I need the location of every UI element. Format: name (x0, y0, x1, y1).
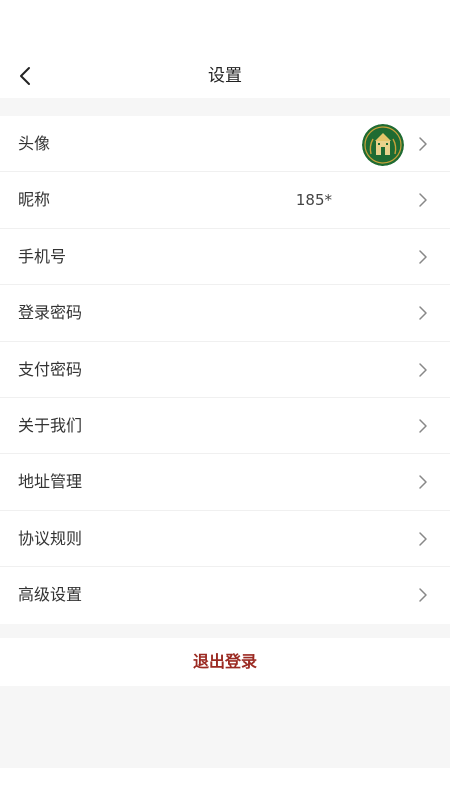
settings-row-advanced-settings[interactable]: 高级设置 (0, 567, 450, 623)
avatar[interactable] (362, 124, 404, 166)
settings-row-label: 头像 (18, 134, 51, 153)
chevron-right-icon (416, 136, 430, 152)
page-background (0, 686, 450, 768)
settings-list: 头像 昵称 185* 手机号 登录密码 支付密码 关于我们 地址管理 协议规则 … (0, 116, 450, 624)
logout-button[interactable]: 退出登录 (0, 638, 450, 686)
settings-row-label: 高级设置 (18, 585, 83, 605)
settings-row-label: 支付密码 (18, 359, 83, 379)
settings-row-address-management[interactable]: 地址管理 (0, 454, 450, 511)
settings-row-label: 协议规则 (18, 528, 83, 548)
settings-row-payment-password[interactable]: 支付密码 (0, 342, 450, 398)
chevron-right-icon (416, 418, 430, 434)
settings-row-login-password[interactable]: 登录密码 (0, 285, 450, 342)
chevron-right-icon (416, 305, 430, 321)
settings-row-label: 地址管理 (18, 472, 83, 492)
settings-row-label: 登录密码 (18, 303, 83, 323)
settings-row-agreement-rules[interactable]: 协议规则 (0, 511, 450, 568)
settings-row-nickname[interactable]: 昵称 185* (0, 172, 450, 229)
page-title: 设置 (208, 66, 242, 86)
chevron-right-icon (416, 192, 430, 208)
top-nav-bar: 设置 (0, 0, 450, 98)
settings-row-phone[interactable]: 手机号 (0, 229, 450, 286)
section-divider (0, 98, 450, 116)
settings-row-label: 关于我们 (18, 415, 83, 435)
chevron-right-icon (416, 362, 430, 378)
chevron-right-icon (416, 531, 430, 547)
chevron-right-icon (416, 587, 430, 603)
settings-row-label: 手机号 (18, 246, 67, 266)
settings-row-about-us[interactable]: 关于我们 (0, 398, 450, 455)
chevron-right-icon (416, 249, 430, 265)
nickname-value: 185* (295, 191, 332, 210)
section-divider (0, 624, 450, 638)
chevron-right-icon (416, 474, 430, 490)
settings-row-label: 昵称 (18, 190, 51, 210)
settings-row-avatar[interactable]: 头像 (0, 116, 450, 173)
